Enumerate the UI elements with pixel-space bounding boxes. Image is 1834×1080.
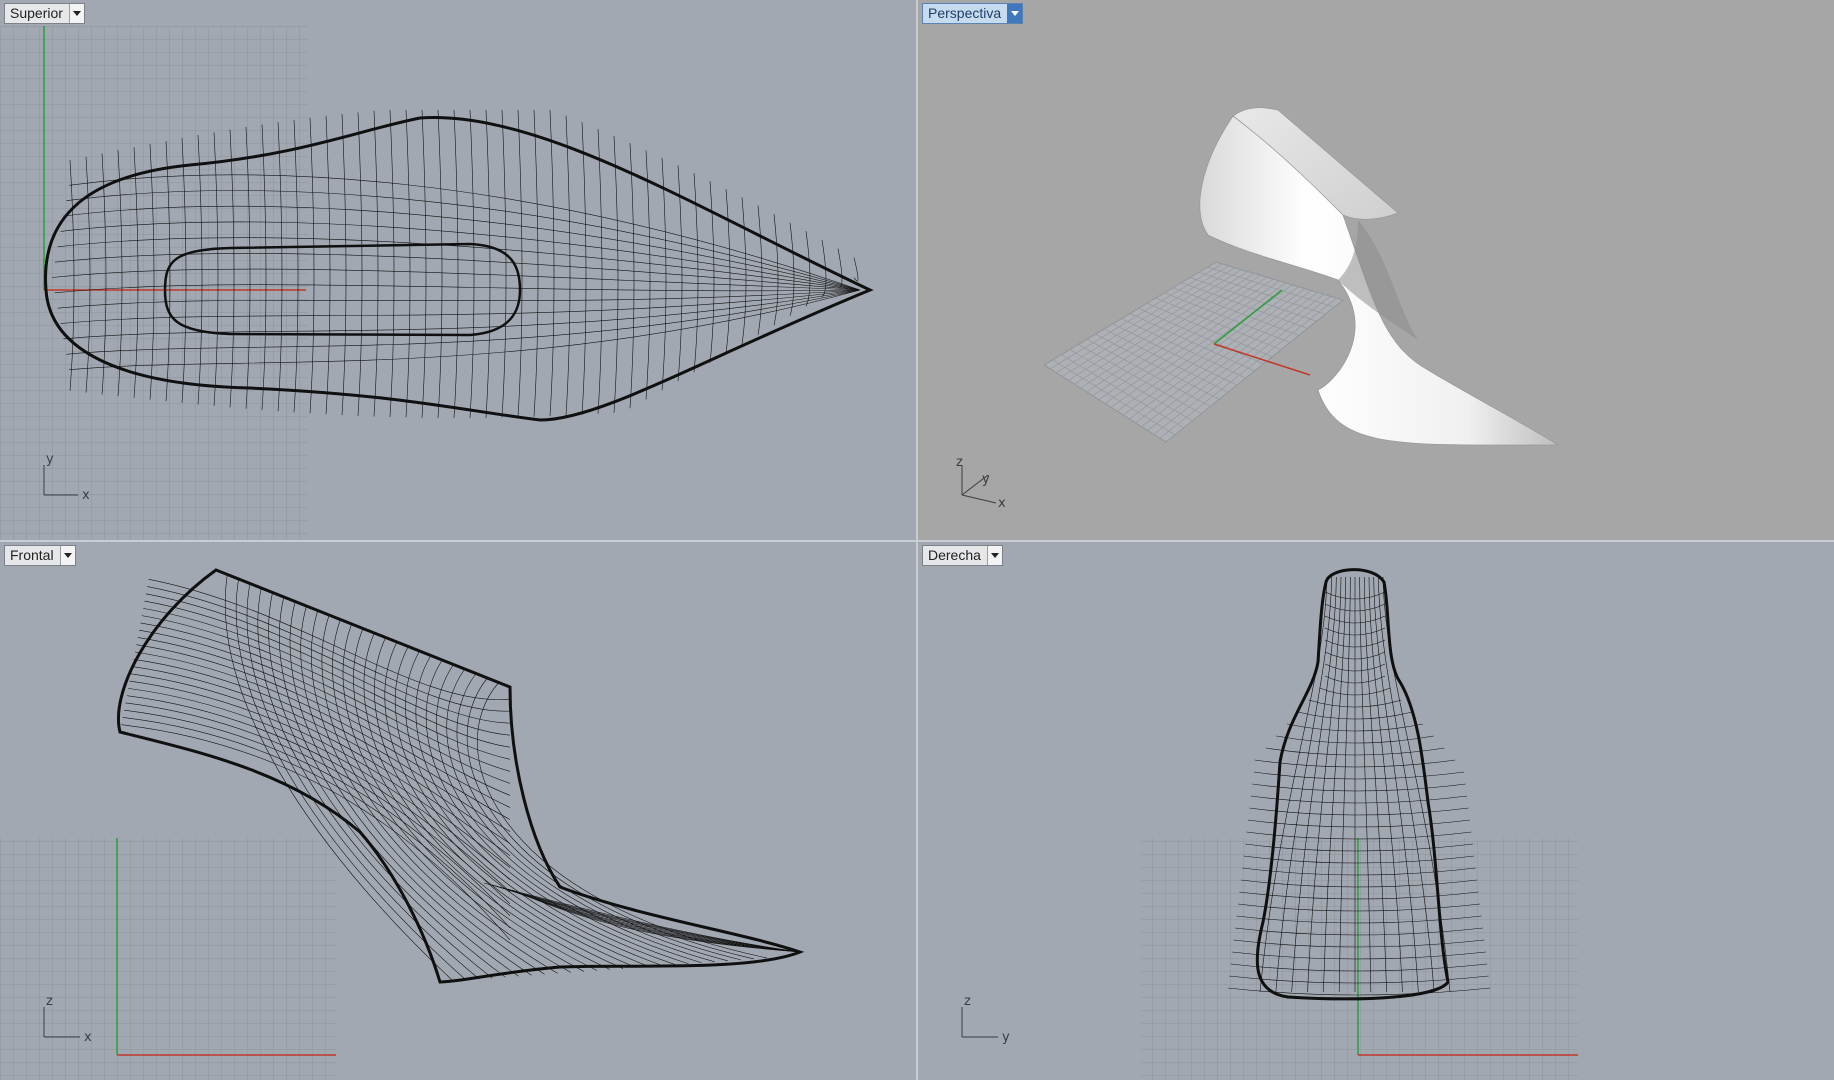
- viewport-tab-perspective[interactable]: Perspectiva: [922, 3, 1024, 24]
- top-view-canvas: y x: [0, 26, 874, 540]
- viewport-tab-front[interactable]: Frontal: [4, 545, 76, 566]
- axis-label-x: x: [84, 1030, 92, 1045]
- axis-triad-perspective: [961, 465, 997, 504]
- axis-label-y: y: [46, 452, 54, 467]
- axis-label-z: z: [964, 994, 971, 1009]
- viewport-tab-top[interactable]: Superior: [4, 3, 85, 24]
- front-view-canvas: z x: [0, 568, 805, 1080]
- axis-label-x: x: [82, 488, 90, 503]
- chevron-down-icon[interactable]: [68, 4, 84, 23]
- viewport-title: Derecha: [928, 547, 981, 563]
- axis-label-x: x: [998, 496, 1006, 511]
- chevron-down-icon[interactable]: [1007, 4, 1023, 23]
- viewport-top[interactable]: Superior y x: [0, 0, 916, 540]
- viewport-title: Frontal: [10, 547, 54, 563]
- axis-label-y: y: [1002, 1030, 1010, 1045]
- chevron-down-icon[interactable]: [59, 546, 75, 565]
- viewport-title: Perspectiva: [928, 5, 1002, 21]
- right-view-canvas: z y: [961, 568, 1578, 1080]
- perspective-grid: [1043, 261, 1344, 443]
- chevron-down-icon[interactable]: [986, 546, 1002, 565]
- construction-grid: [0, 838, 336, 1080]
- viewport-layout: Superior y x Perspectiva z y x Frontal z…: [0, 0, 1834, 1080]
- viewport-title: Superior: [10, 5, 63, 21]
- axis-triad-right: [961, 1007, 998, 1038]
- perspective-view-canvas: z y x: [956, 107, 1560, 511]
- axis-label-z: z: [46, 994, 53, 1009]
- viewport-perspective[interactable]: Perspectiva z y x: [918, 0, 1834, 540]
- viewport-right[interactable]: Derecha z y: [918, 542, 1834, 1080]
- viewport-front[interactable]: Frontal z x: [0, 542, 916, 1080]
- axis-label-z: z: [956, 455, 963, 470]
- viewport-tab-right[interactable]: Derecha: [922, 545, 1003, 566]
- axis-label-y: y: [982, 472, 990, 487]
